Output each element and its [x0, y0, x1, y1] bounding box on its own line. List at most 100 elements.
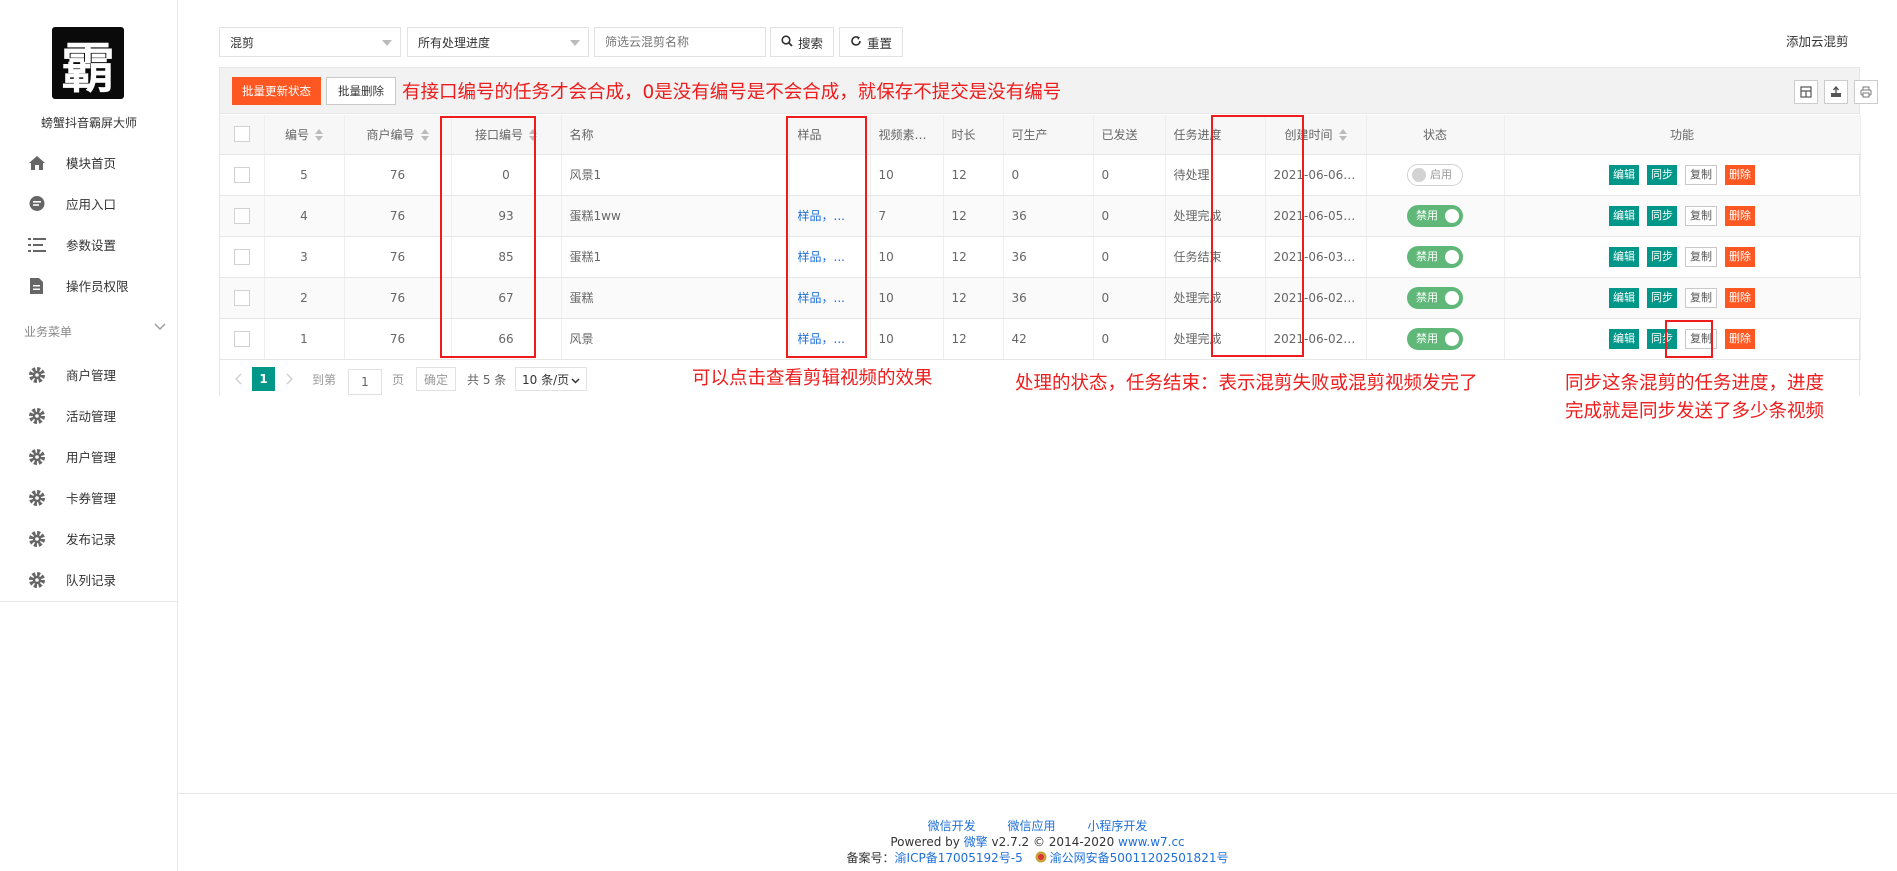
row-checkbox[interactable] — [233, 207, 250, 224]
delete-button[interactable]: 删除 — [1725, 246, 1755, 267]
sidebar-item-activity[interactable]: 活动管理 — [0, 395, 178, 436]
sidebar-item-app-entry[interactable]: 应用入口 — [0, 183, 178, 224]
batch-update-status-button[interactable]: 批量更新状态 — [232, 77, 321, 105]
sidebar-item-merchant[interactable]: 商户管理 — [0, 354, 178, 395]
prev-page-icon[interactable] — [230, 367, 248, 391]
search-input[interactable] — [594, 27, 766, 57]
sample-link[interactable]: 样品，... — [798, 209, 845, 223]
sample-link[interactable]: 样品，... — [798, 291, 845, 305]
row-checkbox-cell[interactable] — [220, 277, 265, 319]
cell-sample: 样品，... — [789, 195, 871, 237]
row-checkbox[interactable] — [233, 289, 250, 306]
goto-confirm-button[interactable]: 确定 — [416, 367, 456, 391]
add-cloud-mix-button[interactable]: 添加云混剪 — [1786, 31, 1849, 50]
sample-link[interactable]: 样品，... — [798, 332, 845, 346]
sidebar-item-params[interactable]: 参数设置 — [0, 224, 178, 265]
app-logo[interactable]: 霸 — [52, 27, 124, 100]
sort-icon[interactable] — [529, 129, 537, 142]
sidebar-item-queue-records[interactable]: 队列记录 — [0, 559, 178, 600]
next-page-icon[interactable] — [280, 367, 298, 391]
sample-link[interactable]: 样品，... — [798, 250, 845, 264]
table-header-row: 编号 商户编号 接口编号 名称 样品 视频素材数 时长 可生产 已发送 任务进度… — [220, 115, 1861, 155]
sidebar-item-label: 商户管理 — [66, 368, 117, 383]
status-toggle[interactable]: 禁用 — [1407, 286, 1463, 309]
row-checkbox-cell[interactable] — [220, 236, 265, 278]
page-size-value: 10 条/页 — [522, 372, 570, 387]
row-checkbox-cell[interactable] — [220, 318, 265, 360]
cell-api-id: 0 — [451, 154, 562, 196]
sort-icon[interactable] — [315, 129, 323, 142]
powered-brand-link[interactable]: 微擎 — [964, 835, 988, 849]
status-toggle[interactable]: 禁用 — [1407, 204, 1463, 227]
delete-button[interactable]: 删除 — [1725, 205, 1755, 226]
sidebar-item-operator-permissions[interactable]: 操作员权限 — [0, 265, 178, 306]
sidebar-item-coupons[interactable]: 卡券管理 — [0, 477, 178, 518]
sidebar-item-users[interactable]: 用户管理 — [0, 436, 178, 477]
row-checkbox-cell[interactable] — [220, 195, 265, 237]
sync-button[interactable]: 同步 — [1647, 246, 1677, 267]
edit-button[interactable]: 编辑 — [1609, 205, 1639, 226]
delete-button[interactable]: 删除 — [1725, 287, 1755, 308]
cell-merchant: 76 — [344, 154, 452, 196]
row-checkbox-cell[interactable] — [220, 154, 265, 196]
select-all-checkbox[interactable] — [233, 126, 250, 143]
search-button[interactable]: 搜索 — [770, 27, 834, 57]
column-header-sample: 样品 — [789, 115, 871, 155]
cell-video-count: 7 — [870, 195, 944, 237]
copy-button[interactable]: 复制 — [1685, 328, 1717, 349]
reset-button[interactable]: 重置 — [839, 27, 903, 57]
copy-button[interactable]: 复制 — [1685, 164, 1717, 185]
column-header-merchant[interactable]: 商户编号 — [344, 115, 452, 155]
gear-icon — [27, 529, 47, 549]
page-number-input[interactable] — [348, 369, 382, 395]
row-checkbox[interactable] — [233, 166, 250, 183]
sync-button[interactable]: 同步 — [1647, 205, 1677, 226]
delete-button[interactable]: 删除 — [1725, 164, 1755, 185]
footer-link-wechat-dev[interactable]: 微信开发 — [928, 819, 976, 833]
sync-button[interactable]: 同步 — [1647, 164, 1677, 185]
copy-button[interactable]: 复制 — [1685, 246, 1717, 267]
cell-api-id: 66 — [451, 318, 562, 360]
sync-button[interactable]: 同步 — [1647, 328, 1677, 349]
cell-sample: 样品，... — [789, 277, 871, 319]
export-icon[interactable] — [1824, 80, 1848, 104]
delete-button[interactable]: 删除 — [1725, 328, 1755, 349]
edit-button[interactable]: 编辑 — [1609, 246, 1639, 267]
type-select[interactable]: 混剪 — [219, 27, 401, 57]
row-checkbox[interactable] — [233, 248, 250, 265]
edit-button[interactable]: 编辑 — [1609, 164, 1639, 185]
powered-site-link[interactable]: www.w7.cc — [1118, 835, 1185, 849]
police-record-link[interactable]: 渝公网安备50011202501821号 — [1050, 851, 1229, 865]
sidebar-item-publish-records[interactable]: 发布记录 — [0, 518, 178, 559]
cell-status: 禁用 — [1366, 318, 1505, 360]
sync-button[interactable]: 同步 — [1647, 287, 1677, 308]
page-size-select[interactable]: 10 条/页 — [515, 367, 587, 391]
icp-link[interactable]: 渝ICP备17005192号-5 — [895, 851, 1023, 865]
column-header-created[interactable]: 创建时间 — [1265, 115, 1367, 155]
business-menu-header[interactable]: 业务菜单 — [0, 316, 178, 346]
copy-button[interactable]: 复制 — [1685, 287, 1717, 308]
select-all-checkbox-cell[interactable] — [220, 115, 265, 155]
progress-select[interactable]: 所有处理进度 — [407, 27, 589, 57]
columns-filter-icon[interactable] — [1794, 80, 1818, 104]
sort-icon[interactable] — [1338, 129, 1347, 142]
status-toggle[interactable]: 启用 — [1407, 163, 1463, 186]
row-checkbox[interactable] — [233, 330, 250, 347]
gear-icon — [27, 406, 47, 426]
table-row: 1 76 66 风景 样品，... 10 12 42 0 处理完成 2021-06-02 ... 禁用… — [220, 318, 1861, 360]
print-icon[interactable] — [1854, 80, 1878, 104]
sort-icon[interactable] — [420, 129, 429, 142]
cell-id: 3 — [264, 236, 345, 278]
status-toggle[interactable]: 禁用 — [1407, 327, 1463, 350]
footer-link-wechat-apps[interactable]: 微信应用 — [1007, 819, 1055, 833]
status-toggle[interactable]: 禁用 — [1407, 245, 1463, 268]
copy-button[interactable]: 复制 — [1685, 205, 1717, 226]
footer-link-mini-program[interactable]: 小程序开发 — [1087, 819, 1147, 833]
sidebar-item-home[interactable]: 模块首页 — [0, 142, 178, 183]
column-header-id[interactable]: 编号 — [264, 115, 345, 155]
edit-button[interactable]: 编辑 — [1609, 287, 1639, 308]
edit-button[interactable]: 编辑 — [1609, 328, 1639, 349]
batch-delete-button[interactable]: 批量删除 — [326, 77, 396, 105]
column-header-api-id[interactable]: 接口编号 — [451, 115, 562, 155]
page-1-button[interactable]: 1 — [252, 367, 275, 391]
